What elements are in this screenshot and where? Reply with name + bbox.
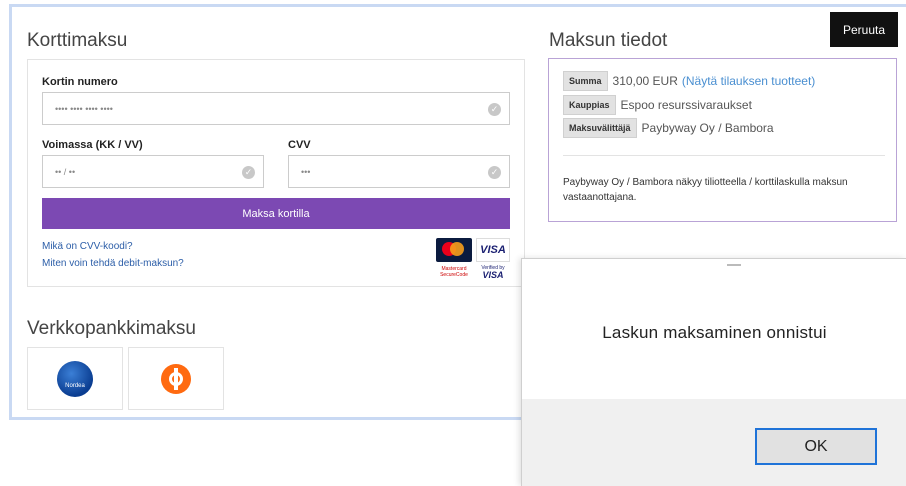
cvv-help-link[interactable]: Mikä on CVV-koodi?	[42, 241, 133, 252]
bank-tile-op[interactable]	[128, 347, 224, 410]
sum-row: Summa 310,00 EUR (Näytä tilauksen tuotte…	[563, 71, 815, 91]
op-logo-icon	[161, 363, 191, 394]
visa-logo: VISA	[476, 238, 510, 262]
provider-value: Paybyway Oy / Bambora	[641, 121, 774, 135]
check-circle-icon: ✓	[488, 103, 501, 116]
provider-label: Maksuvälittäjä	[563, 118, 637, 138]
check-circle-icon: ✓	[488, 166, 501, 179]
info-divider	[563, 155, 885, 156]
cvv-placeholder: •••	[301, 166, 311, 177]
expiry-label: Voimassa (KK / VV)	[42, 139, 143, 151]
expiry-input[interactable]: •• / •• ✓	[42, 155, 264, 188]
merchant-row: Kauppias Espoo resurssivaraukset	[563, 95, 752, 115]
mastercard-logo	[436, 238, 472, 262]
dialog-footer: OK	[522, 399, 906, 486]
pay-with-card-button[interactable]: Maksa kortilla	[42, 198, 510, 229]
card-payment-title: Korttimaksu	[27, 30, 128, 51]
payment-info-title: Maksun tiedot	[549, 30, 668, 51]
payment-info-panel: Summa 310,00 EUR (Näytä tilauksen tuotte…	[548, 58, 897, 222]
provider-note: Paybyway Oy / Bambora näkyy tiliotteella…	[563, 177, 848, 203]
provider-row: Maksuvälittäjä Paybyway Oy / Bambora	[563, 118, 774, 138]
show-order-items-link[interactable]: (Näytä tilauksen tuotteet)	[682, 74, 815, 88]
ok-button[interactable]: OK	[755, 428, 877, 465]
card-payment-form: Kortin numero •••• •••• •••• •••• ✓ Voim…	[27, 59, 525, 287]
mastercard-securecode-logo: Mastercard SecureCode	[440, 266, 468, 278]
nordea-logo-icon: Nordea	[57, 360, 93, 397]
card-number-label: Kortin numero	[42, 76, 118, 88]
cvv-label: CVV	[288, 139, 311, 151]
check-circle-icon: ✓	[242, 166, 255, 179]
nordea-logo-text: Nordea	[65, 382, 85, 389]
dialog-message: Laskun maksaminen onnistui	[602, 323, 827, 342]
verified-visa-text: VISA	[482, 270, 504, 280]
cvv-input[interactable]: ••• ✓	[288, 155, 510, 188]
sum-label: Summa	[563, 71, 608, 91]
card-number-placeholder: •••• •••• •••• ••••	[55, 103, 113, 114]
expiry-placeholder: •• / ••	[55, 166, 76, 177]
dialog-grip	[727, 264, 741, 266]
cancel-button[interactable]: Peruuta	[830, 12, 898, 47]
merchant-value: Espoo resurssivaraukset	[620, 98, 752, 112]
sum-value: 310,00 EUR	[612, 74, 678, 88]
card-number-input[interactable]: •••• •••• •••• •••• ✓	[42, 92, 510, 125]
bank-payment-title: Verkkopankkimaksu	[27, 318, 196, 339]
debit-help-link[interactable]: Miten voin tehdä debit-maksun?	[42, 258, 184, 269]
merchant-label: Kauppias	[563, 95, 616, 115]
payment-success-dialog: Laskun maksaminen onnistui OK	[521, 258, 906, 486]
verified-by-visa-logo: Verified by VISA	[476, 265, 510, 280]
bank-tile-nordea[interactable]: Nordea	[27, 347, 123, 410]
